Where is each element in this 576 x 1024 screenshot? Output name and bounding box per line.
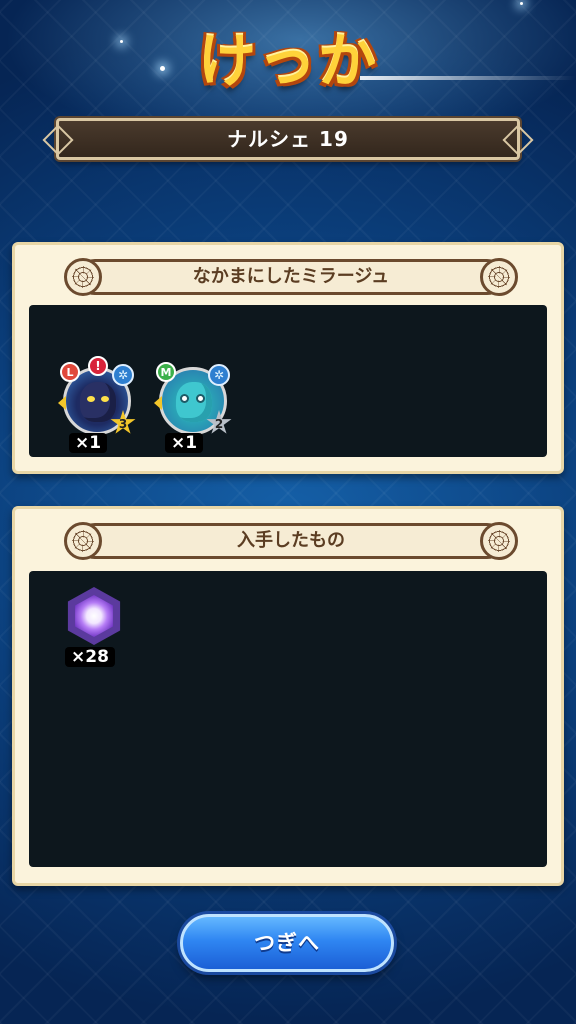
next-button[interactable]: つぎへ <box>180 914 394 972</box>
stage-label: ナルシェ 19 <box>227 127 349 151</box>
obtained-list: ×28 <box>29 571 547 867</box>
cobweb-icon <box>64 522 102 560</box>
sparkle-effect <box>520 2 523 5</box>
mirage-count: ×1 <box>69 433 108 453</box>
blue-frog-mirage-icon <box>176 382 212 422</box>
expand-arrow-icon <box>154 396 162 410</box>
recruited-header-label: なかまにしたミラージュ <box>192 266 390 287</box>
recruited-list: L ! ✲ 3 ×1 M ✲ 2 ×1 <box>29 305 547 457</box>
recruited-header: なかまにしたミラージュ <box>64 258 518 296</box>
obtained-header: 入手したもの <box>64 522 518 560</box>
rank-badge: L <box>60 362 80 382</box>
purple-crystal-icon[interactable] <box>67 587 121 645</box>
cobweb-icon <box>480 258 518 296</box>
element-icon: ✲ <box>112 364 134 386</box>
mirage-count: ×1 <box>165 433 204 453</box>
rank-badge: M <box>156 362 176 382</box>
recruited-panel: なかまにしたミラージュ L ! ✲ 3 ×1 M ✲ 2 ×1 <box>12 242 564 474</box>
element-icon: ✲ <box>208 364 230 386</box>
mirage-item-2[interactable]: M ✲ 2 <box>154 362 232 435</box>
expand-arrow-icon <box>58 396 66 410</box>
obtained-header-label: 入手したもの <box>237 530 345 551</box>
title-light-streak <box>360 76 576 80</box>
cobweb-icon <box>64 258 102 296</box>
alert-icon: ! <box>88 356 108 376</box>
page-title: けっか <box>197 27 378 95</box>
cobweb-icon <box>480 522 518 560</box>
dark-wolf-mirage-icon <box>80 382 116 422</box>
item-count: ×28 <box>65 647 115 667</box>
obtained-panel: 入手したもの ×28 <box>12 506 564 886</box>
stage-banner: ナルシェ 19 <box>56 118 520 160</box>
mirage-item-1[interactable]: L ! ✲ 3 <box>58 356 136 435</box>
